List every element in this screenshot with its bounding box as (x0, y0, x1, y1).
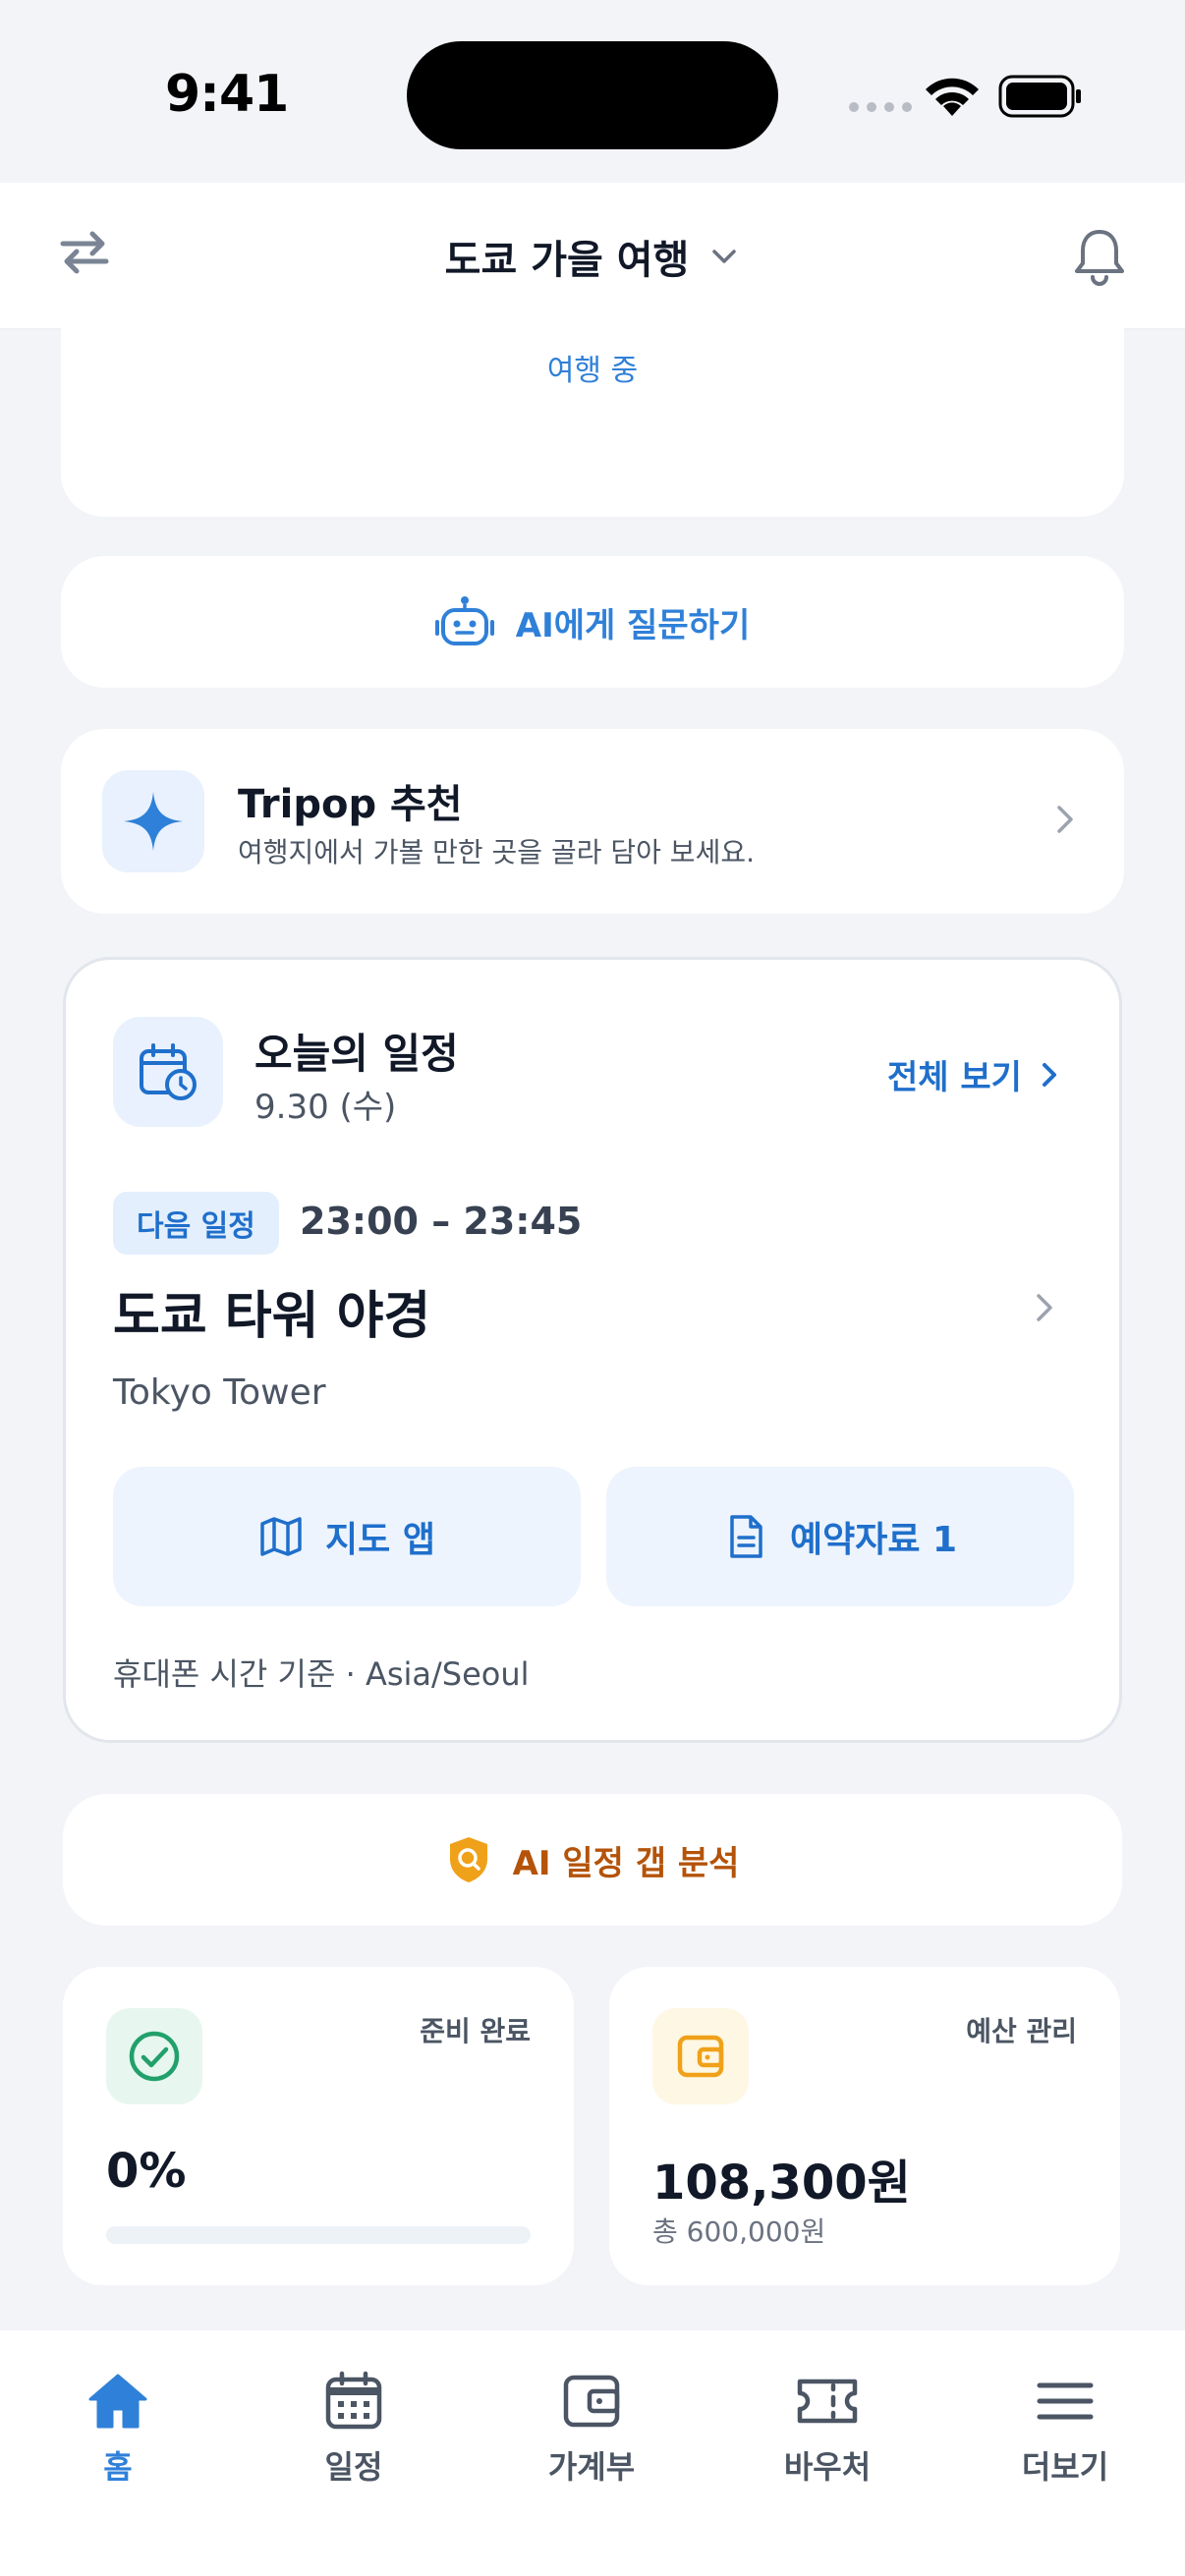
timezone-note: 휴대폰 시간 기준 · Asia/Seoul (113, 1655, 530, 1693)
view-all-label: 전체 보기 (887, 1058, 1022, 1097)
tab-ledger[interactable]: 가계부 (503, 2370, 680, 2488)
trip-selector[interactable]: 도쿄 가을 여행 (0, 228, 1185, 285)
chevron-right-icon (1057, 806, 1073, 833)
bell-icon[interactable] (1071, 226, 1128, 287)
status-time: 9:41 (165, 65, 289, 124)
document-icon (730, 1515, 762, 1558)
tab-more-label: 더보기 (1021, 2448, 1109, 2486)
next-schedule-time: 23:00 – 23:45 (300, 1200, 583, 1243)
schedule-date: 9.30 (수) (254, 1088, 397, 1127)
ticket-icon (797, 2379, 858, 2424)
booking-docs-button[interactable]: 예약자료 1 (606, 1467, 1074, 1606)
status-bar: 9:41 (0, 0, 1185, 183)
tab-schedule[interactable]: 일정 (265, 2370, 442, 2488)
chevron-right-icon[interactable] (1025, 1288, 1064, 1327)
chevron-right-icon (1042, 1062, 1056, 1087)
schedule-icon-box (113, 1017, 223, 1127)
menu-icon (1037, 2382, 1094, 2420)
prep-icon-box (106, 2008, 202, 2104)
tab-schedule-label: 일정 (324, 2448, 383, 2486)
prep-progress-card[interactable]: 준비 완료 0% (63, 1967, 574, 2285)
schedule-title: 오늘의 일정 (254, 1030, 459, 1078)
map-app-button[interactable]: 지도 앱 (113, 1467, 581, 1606)
dynamic-island (407, 41, 778, 149)
trip-status-text: 여행 중 (546, 354, 639, 388)
check-circle-icon (129, 2031, 180, 2082)
view-all-link[interactable]: 전체 보기 (887, 1050, 1065, 1098)
sparkle-icon (124, 792, 183, 851)
robot-icon (434, 596, 494, 645)
budget-spent: 108,300원 (652, 2156, 911, 2211)
budget-label: 예산 관리 (966, 2015, 1077, 2047)
ask-ai-button[interactable]: AI에게 질문하기 (61, 556, 1124, 688)
tab-home[interactable]: 홈 (29, 2370, 206, 2488)
tab-more[interactable]: 더보기 (977, 2370, 1154, 2488)
budget-total: 총 600,000원 (652, 2215, 826, 2248)
event-title[interactable]: 도쿄 타워 야경 (113, 1274, 430, 1348)
tab-voucher-label: 바우처 (783, 2448, 872, 2486)
recommend-icon-box (102, 770, 204, 872)
prep-label: 준비 완료 (420, 2015, 531, 2047)
cellular-signal-icon (849, 102, 912, 112)
tab-home-label: 홈 (103, 2448, 133, 2486)
ai-gap-analysis-button[interactable]: AI 일정 갭 분석 (63, 1794, 1122, 1926)
tab-ledger-label: 가계부 (547, 2448, 636, 2486)
booking-docs-label: 예약자료 1 (789, 1520, 958, 1560)
trip-title: 도쿄 가을 여행 (444, 238, 690, 283)
tab-voucher[interactable]: 바우처 (739, 2370, 916, 2488)
map-app-label: 지도 앱 (325, 1520, 435, 1560)
next-schedule-badge: 다음 일정 (113, 1192, 279, 1255)
trip-status-card: 여행 중 (61, 295, 1124, 517)
shield-search-icon (449, 1837, 487, 1882)
recommend-subtitle: 여행지에서 가볼 만한 곳을 골라 담아 보세요. (238, 836, 755, 868)
home-screen: 9:41 도쿄 가을 여행 여행 중 AI에게 질문하기 Tripop 추천 여… (0, 0, 1185, 2576)
calendar-clock-icon (140, 1043, 197, 1100)
wifi-icon (926, 78, 979, 116)
ask-ai-label: AI에게 질문하기 (515, 605, 751, 645)
recommend-title: Tripop 추천 (238, 782, 463, 827)
prep-progress-bar (106, 2226, 531, 2244)
calendar-icon (325, 2371, 382, 2430)
bottom-tab-bar: 홈 일정 가계부 바우처 더보기 (0, 2330, 1185, 2576)
wallet-icon (563, 2375, 620, 2428)
battery-icon (998, 75, 1081, 118)
ai-gap-analysis-label: AI 일정 갭 분석 (512, 1843, 740, 1883)
home-icon (88, 2374, 147, 2429)
today-schedule-card: 오늘의 일정 9.30 (수) 전체 보기 다음 일정 23:00 – 23:4… (63, 957, 1122, 1743)
event-place: Tokyo Tower (113, 1372, 326, 1413)
tripop-recommend-card[interactable]: Tripop 추천 여행지에서 가볼 만한 곳을 골라 담아 보세요. (61, 729, 1124, 914)
prep-value: 0% (106, 2144, 187, 2199)
budget-card[interactable]: 예산 관리 108,300원 총 600,000원 (609, 1967, 1120, 2285)
chevron-down-icon (712, 250, 737, 263)
wallet-icon (677, 2035, 724, 2078)
map-icon (260, 1517, 302, 1556)
budget-icon-box (652, 2008, 749, 2104)
